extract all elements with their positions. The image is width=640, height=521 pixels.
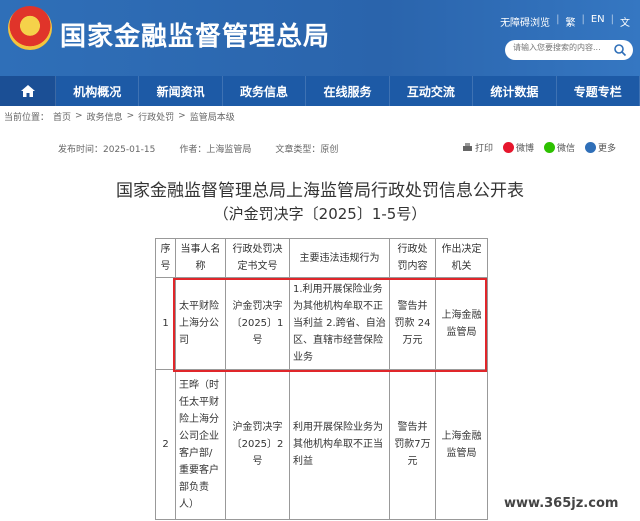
breadcrumb-label: 当前位置： [4, 112, 50, 123]
breadcrumb: 当前位置： 首页 > 政务信息 > 行政处罚 > 监管局本级 [4, 110, 235, 123]
row-no: 2 [155, 369, 176, 520]
nav-item-topics[interactable]: 专题专栏 [557, 76, 640, 106]
article-meta: 发布时间：2025-01-15 作者：上海监管局 文章类型：原创 [58, 142, 338, 155]
weibo-share-button[interactable]: 微博 [503, 141, 534, 154]
nav-item-interaction[interactable]: 互动交流 [390, 76, 474, 106]
main-nav: 机构概况 新闻资讯 政务信息 在线服务 互动交流 统计数据 专题专栏 [0, 76, 640, 106]
article-author: 作者：上海监管局 [179, 145, 252, 155]
col-header-doc-no: 行政处罚决定书文号 [225, 238, 290, 278]
english-link[interactable]: EN [591, 14, 605, 29]
weibo-icon [503, 142, 515, 153]
highlight-box [173, 278, 487, 372]
tibetan-link[interactable]: 文 [620, 14, 630, 29]
row-party: 王晔（时任太平财险上海分公司企业客户部/重要客户部负责人） [175, 369, 226, 520]
nav-item-news[interactable]: 新闻资讯 [139, 76, 223, 106]
breadcrumb-current[interactable]: 监管局本级 [190, 110, 235, 123]
printer-icon [463, 143, 472, 151]
home-icon [20, 85, 35, 97]
search-box [505, 40, 633, 60]
wechat-icon [544, 142, 556, 153]
row-violation: 利用开展保险业务为其他机构牟取不正当利益 [289, 369, 390, 520]
watermark: www.365jz.com [498, 494, 625, 513]
share-bar: 打印 微博 微信 更多 [462, 141, 616, 154]
accessibility-link[interactable]: 无障碍浏览 [500, 14, 550, 29]
nav-item-online-service[interactable]: 在线服务 [306, 76, 390, 106]
row-doc-no: 沪金罚决字〔2025〕2号 [225, 369, 290, 520]
site-header: 国家金融监督管理总局 无障碍浏览 | 繁 | EN | 文 [0, 0, 640, 76]
more-label: 更多 [598, 144, 617, 154]
print-label: 打印 [475, 144, 494, 154]
top-links: 无障碍浏览 | 繁 | EN | 文 [500, 14, 630, 29]
traditional-chinese-link[interactable]: 繁 [565, 14, 575, 29]
wechat-label: 微信 [557, 144, 576, 154]
print-button[interactable]: 打印 [462, 141, 493, 154]
more-share-button[interactable]: 更多 [585, 141, 616, 154]
col-header-penalty: 行政处罚内容 [389, 238, 436, 278]
site-title[interactable]: 国家金融监督管理总局 [60, 16, 330, 53]
nav-item-statistics[interactable]: 统计数据 [473, 76, 557, 106]
breadcrumb-penalty[interactable]: 行政处罚 [138, 110, 174, 123]
col-header-no: 序号 [155, 238, 176, 278]
nav-item-government-info[interactable]: 政务信息 [223, 76, 307, 106]
search-input[interactable] [513, 43, 609, 52]
national-emblem-icon [8, 6, 52, 50]
wechat-share-button[interactable]: 微信 [544, 141, 575, 154]
row-authority: 上海金融监管局 [435, 369, 488, 520]
col-header-violation: 主要违法违规行为 [289, 238, 390, 278]
breadcrumb-home[interactable]: 首页 [53, 110, 71, 123]
search-icon[interactable] [613, 43, 627, 57]
more-icon [585, 142, 597, 153]
document-title: 国家金融监督管理总局上海监管局行政处罚信息公开表 [116, 181, 524, 201]
publish-date: 发布时间：2025-01-15 [58, 145, 156, 155]
document-subtitle: （沪金罚决字〔2025〕1-5号） [213, 205, 427, 223]
row-penalty: 警告并罚款7万元 [389, 369, 436, 520]
weibo-label: 微博 [516, 144, 535, 154]
col-header-authority: 作出决定机关 [435, 238, 488, 278]
nav-item-about[interactable]: 机构概况 [56, 76, 140, 106]
breadcrumb-government-info[interactable]: 政务信息 [87, 110, 123, 123]
col-header-party: 当事人名称 [175, 238, 226, 278]
article-type: 文章类型：原创 [275, 145, 339, 155]
table-row: 2 王晔（时任太平财险上海分公司企业客户部/重要客户部负责人） 沪金罚决字〔20… [155, 369, 488, 520]
home-button[interactable] [0, 76, 56, 106]
table-header-row: 序号 当事人名称 行政处罚决定书文号 主要违法违规行为 行政处罚内容 作出决定机… [155, 238, 488, 278]
